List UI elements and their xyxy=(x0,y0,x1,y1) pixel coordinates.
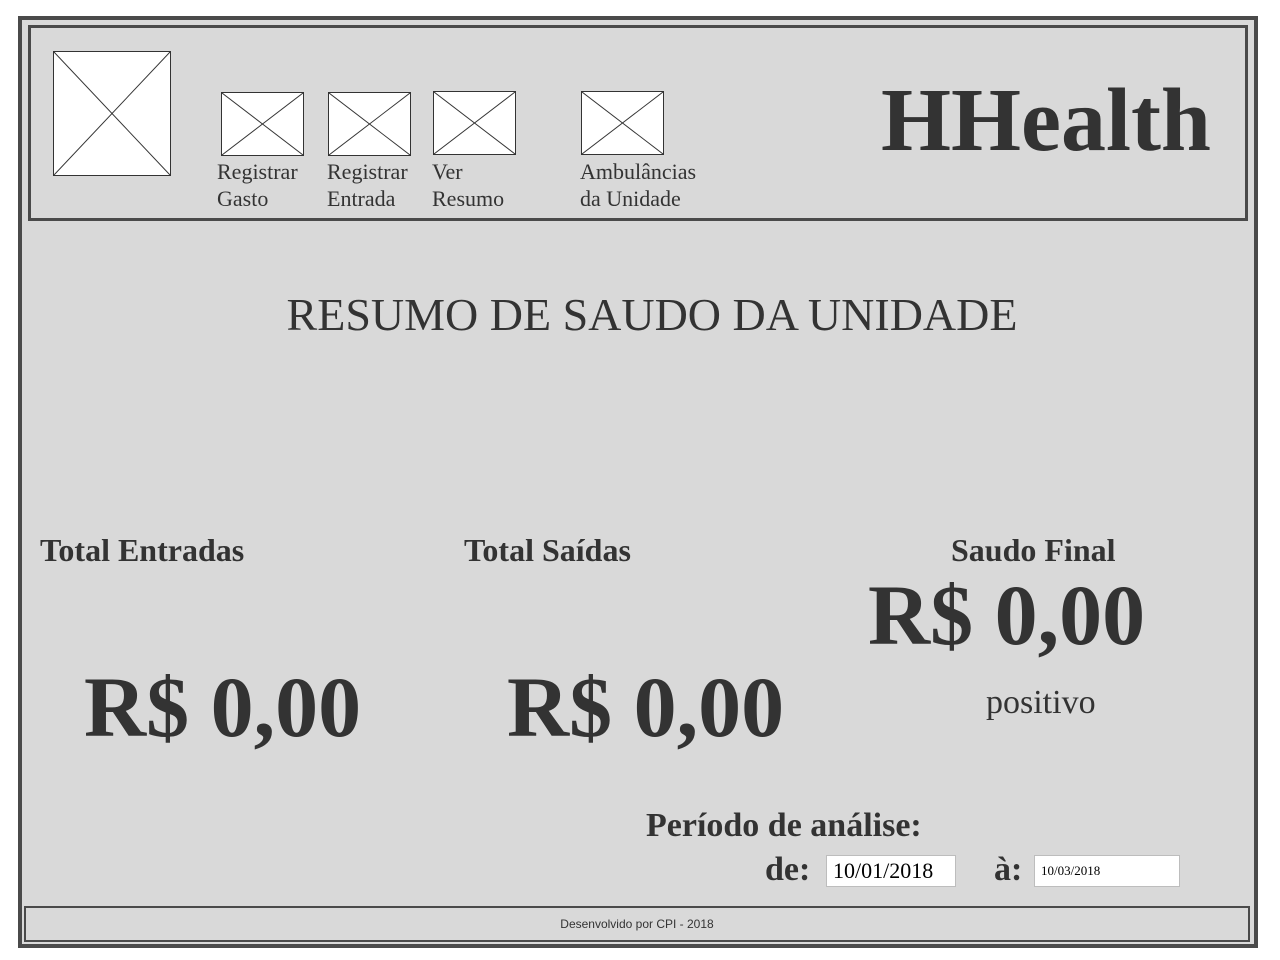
date-from-input[interactable] xyxy=(826,855,956,887)
brand-title: HHealth xyxy=(881,71,1211,170)
logo-image-placeholder-icon xyxy=(53,51,171,176)
date-to-label: à: xyxy=(994,851,1023,888)
nav-registrar-gasto[interactable]: Registrar Gasto xyxy=(217,92,311,217)
registrar-gasto-icon[interactable] xyxy=(221,92,304,156)
total-saidas-label: Total Saídas xyxy=(464,532,631,568)
ver-resumo-icon[interactable] xyxy=(433,91,516,155)
period-label: Período de análise: xyxy=(646,807,922,844)
page-title: RESUMO DE SAUDO DA UNIDADE xyxy=(286,289,1018,340)
saudo-final-value: R$ 0,00 xyxy=(868,567,1146,663)
nav-ambulancias-unidade[interactable]: Ambulâncias da Unidade xyxy=(580,91,711,216)
date-from-label: de: xyxy=(765,851,811,888)
total-entradas-value: R$ 0,00 xyxy=(84,659,362,755)
nav-label-ambulancias-unidade[interactable]: Ambulâncias da Unidade xyxy=(580,158,696,212)
nav-label-registrar-entrada[interactable]: Registrar Entrada xyxy=(327,158,408,212)
registrar-entrada-icon[interactable] xyxy=(328,92,411,156)
app-frame: Registrar Gasto Registrar Entrada Ver Re… xyxy=(18,16,1258,948)
saudo-final-label: Saudo Final xyxy=(951,532,1116,568)
total-saidas-value: R$ 0,00 xyxy=(507,659,785,755)
total-entradas-label: Total Entradas xyxy=(40,532,245,568)
nav-label-ver-resumo[interactable]: Ver Resumo xyxy=(432,158,504,212)
nav-ver-resumo[interactable]: Ver Resumo xyxy=(432,91,523,216)
ambulancias-unidade-icon[interactable] xyxy=(581,91,664,155)
nav-registrar-entrada[interactable]: Registrar Entrada xyxy=(327,92,418,217)
nav-label-registrar-gasto[interactable]: Registrar Gasto xyxy=(217,158,298,212)
saudo-final-status: positivo xyxy=(986,684,1096,721)
footer: Desenvolvido por CPI - 2018 xyxy=(24,906,1250,942)
header-bar: Registrar Gasto Registrar Entrada Ver Re… xyxy=(28,25,1248,221)
date-to-input[interactable] xyxy=(1034,855,1180,887)
